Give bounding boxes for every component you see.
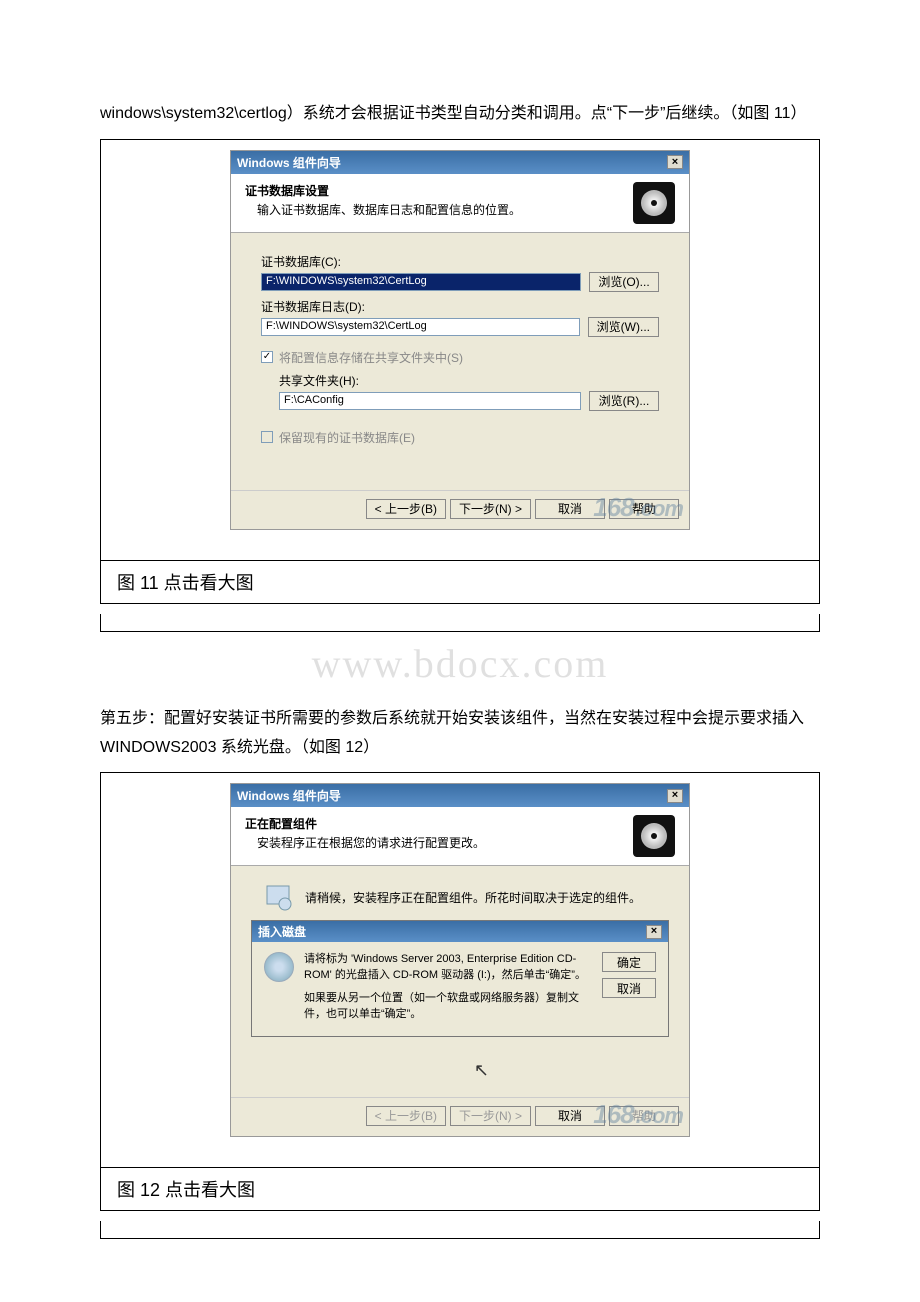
- next-button[interactable]: 下一步(N) >: [450, 499, 531, 519]
- wizard-icon: [633, 182, 675, 224]
- checkbox-keep: [261, 431, 273, 443]
- figure-12-caption: 图 12 点击看大图: [101, 1167, 819, 1210]
- label-share-folder: 共享文件夹(H):: [261, 372, 659, 389]
- label-shared: 将配置信息存储在共享文件夹中(S): [279, 349, 463, 366]
- input-share-folder[interactable]: F:\CAConfig: [279, 392, 581, 410]
- help-button[interactable]: 帮助: [609, 499, 679, 519]
- insert-disk-popup: 插入磁盘 × 请将标为 'Windows Server 2003, Enterp…: [251, 920, 669, 1037]
- step5-paragraph: 第五步：配置好安装证书所需要的参数后系统就开始安装该组件，当然在安装过程中会提示…: [100, 705, 820, 763]
- ok-button[interactable]: 确定: [602, 952, 656, 972]
- setup-icon: [261, 880, 295, 914]
- cd-icon: [264, 952, 294, 982]
- cancel-button[interactable]: 取消: [535, 1106, 605, 1126]
- popup-text-1: 请将标为 'Windows Server 2003, Enterprise Ed…: [304, 952, 592, 983]
- wizard-dialog-1: Windows 组件向导 × 证书数据库设置 输入证书数据库、数据库日志和配置信…: [230, 150, 690, 530]
- header-subtitle: 输入证书数据库、数据库日志和配置信息的位置。: [245, 201, 521, 218]
- browse-share-button[interactable]: 浏览(R)...: [589, 391, 659, 411]
- watermark-bdocx: www.bdocx.com: [100, 640, 820, 687]
- cursor-icon: ↖: [474, 1060, 489, 1081]
- popup-cancel-button[interactable]: 取消: [602, 978, 656, 998]
- popup-text-2: 如果要从另一个位置（如一个软盘或网络服务器）复制文件，也可以单击“确定”。: [304, 991, 592, 1022]
- popup-title: 插入磁盘: [258, 923, 306, 940]
- checkbox-shared[interactable]: ✓: [261, 351, 273, 363]
- window-title: Windows 组件向导: [237, 154, 341, 171]
- close-icon[interactable]: ×: [667, 789, 683, 803]
- label-cert-log: 证书数据库日志(D):: [261, 298, 659, 315]
- label-keep: 保留现有的证书数据库(E): [279, 429, 415, 446]
- figure-12: Windows 组件向导 × 正在配置组件 安装程序正在根据您的请求进行配置更改…: [100, 772, 820, 1211]
- cancel-button[interactable]: 取消: [535, 499, 605, 519]
- header-title: 正在配置组件: [245, 815, 485, 834]
- input-cert-log[interactable]: F:\WINDOWS\system32\CertLog: [261, 318, 580, 336]
- figure-11: Windows 组件向导 × 证书数据库设置 输入证书数据库、数据库日志和配置信…: [100, 139, 820, 604]
- label-cert-db: 证书数据库(C):: [261, 253, 659, 270]
- header-title: 证书数据库设置: [245, 182, 521, 201]
- wizard-dialog-2: Windows 组件向导 × 正在配置组件 安装程序正在根据您的请求进行配置更改…: [230, 783, 690, 1137]
- back-button: < 上一步(B): [366, 1106, 446, 1126]
- wizard-icon: [633, 815, 675, 857]
- help-button: 帮助: [609, 1106, 679, 1126]
- titlebar: Windows 组件向导 ×: [231, 784, 689, 807]
- header-subtitle: 安装程序正在根据您的请求进行配置更改。: [245, 834, 485, 851]
- wait-text: 请稍候，安装程序正在配置组件。所花时间取决于选定的组件。: [305, 889, 641, 906]
- intro-paragraph: windows\system32\certlog）系统才会根据证书类型自动分类和…: [100, 100, 820, 129]
- titlebar: Windows 组件向导 ×: [231, 151, 689, 174]
- close-icon[interactable]: ×: [667, 155, 683, 169]
- figure-11-caption: 图 11 点击看大图: [101, 560, 819, 603]
- input-cert-db[interactable]: F:\WINDOWS\system32\CertLog: [261, 273, 581, 291]
- back-button[interactable]: < 上一步(B): [366, 499, 446, 519]
- window-title: Windows 组件向导: [237, 787, 341, 804]
- next-button: 下一步(N) >: [450, 1106, 531, 1126]
- close-icon[interactable]: ×: [646, 925, 662, 939]
- browse-log-button[interactable]: 浏览(W)...: [588, 317, 659, 337]
- browse-db-button[interactable]: 浏览(O)...: [589, 272, 659, 292]
